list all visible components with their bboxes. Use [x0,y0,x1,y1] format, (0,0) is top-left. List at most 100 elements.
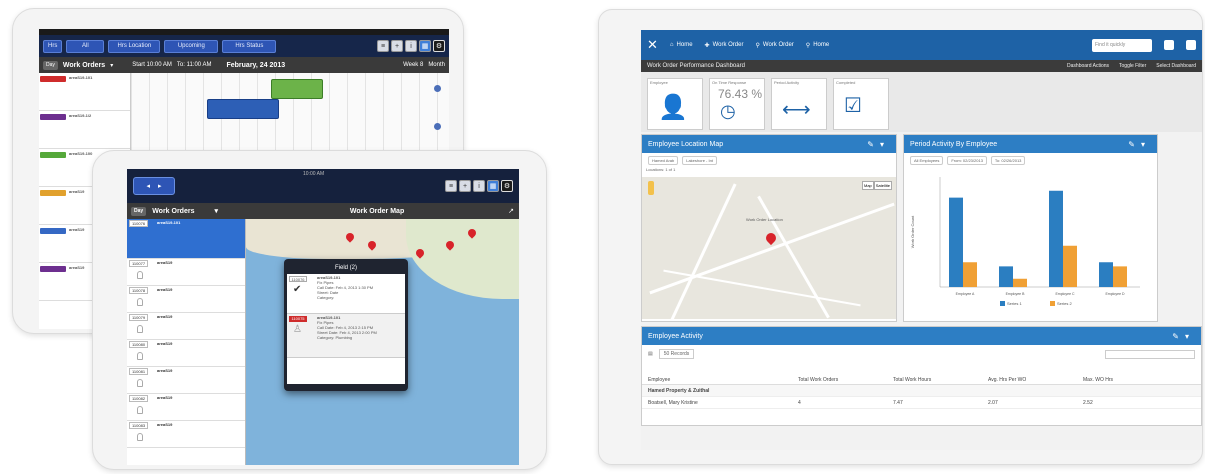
share-icon[interactable]: ↗ [508,207,519,215]
monitor-device: ✕ ⌂ Home ✚ Work Order ⚲ Work Order ⚲ Home Fi… [598,9,1203,465]
list-item[interactable]: 110081 areaS19 [127,367,245,394]
day-button[interactable]: Day [43,60,58,70]
employee-activity-panel: Employee Activity ✎▾ ▤ 50 Records Employe… [641,326,1202,426]
y-axis-label: Work Order Count [910,215,915,248]
person-icon [137,271,143,279]
list-item[interactable]: 110080 areaS19 [127,340,245,367]
nav-pill[interactable]: ◂ ▸ [133,177,175,195]
x-tick-label: Employee B [1006,292,1026,296]
dropdown-icon[interactable]: ▾ [214,207,218,215]
panel-tools-icon[interactable]: ✎▾ [867,140,890,149]
status-tag [40,76,66,82]
x-tick-label: Employee D [1105,292,1125,296]
settings-icon[interactable]: ⚙ [433,40,445,52]
person-icon [137,298,143,306]
calendar-event[interactable] [271,79,323,99]
time-to[interactable]: To: 11:00 AM [177,62,212,68]
list-item[interactable]: 110083 areaS19 [127,421,245,448]
filter-button-location[interactable]: Hrs Location [108,39,161,53]
order-badge: 110076 [289,276,307,282]
filter-button-all[interactable]: All [66,39,105,53]
list-icon[interactable]: ≡ [377,40,389,52]
clock: 10:00 AM [303,171,325,177]
list-item[interactable]: 110079 areaS19 [127,313,245,340]
panel-tools-icon[interactable]: ✎▾ [1128,140,1151,149]
street-view-icon[interactable] [648,181,654,195]
status-tag [40,266,66,272]
prev-icon[interactable]: ◂ [146,182,150,190]
month-button[interactable]: Month [428,62,445,68]
list-item[interactable]: areaS19-1/2 [39,111,130,149]
add-icon[interactable]: + [459,180,471,192]
popup-item[interactable]: 110075 ♙ areaS19-101 Fix Pipes Call Date… [287,314,405,358]
tile-on-time-response[interactable]: On Time Response 76.43 % ◷ [709,78,765,130]
map-pin-icon[interactable] [763,230,779,246]
search-button-icon[interactable] [1164,40,1174,50]
select-dashboard-button[interactable]: Select Dashboard [1156,63,1196,69]
x-tick-label: Employee A [956,292,975,296]
grid-icon[interactable]: ▤ [648,351,653,357]
list-item[interactable]: 110082 areaS19 [127,394,245,421]
search-icon: ⚲ [805,42,811,49]
employee-filter[interactable]: Hamed Arab [648,155,679,165]
col-max-hours[interactable]: Max. WO Hrs [1083,377,1163,383]
locations-count: Locations: 1 of 1 [646,167,676,172]
page-size-select[interactable]: 50 Records [658,349,695,359]
table-search-input[interactable] [1105,349,1195,359]
person-icon [137,379,143,387]
day-button[interactable]: Day [131,206,147,216]
tile-completed[interactable]: Completed ☑ [833,78,889,130]
dashboard-actions-button[interactable]: Dashboard Actions [1067,63,1109,69]
list-item[interactable]: areaS19-101 [39,73,130,111]
list-item[interactable]: 110078 areaS19 [127,286,245,313]
nav-home[interactable]: ⌂ Home [670,42,693,48]
table-row[interactable]: Boatsell, Mary Kristine 4 7.47 2.07 2.52 [642,397,1201,409]
add-icon: ✚ [704,42,710,49]
period-activity-chart: Work Order Count Employee A Employee B Empl… [910,177,1140,306]
info-icon[interactable]: i [405,40,417,52]
col-total-work-hours[interactable]: Total Work Hours [893,377,988,383]
location-filter[interactable]: Lakeshore - Int [682,155,717,165]
nav-find-work-order[interactable]: ⚲ Work Order [755,42,793,49]
col-employee[interactable]: Employee [648,377,798,383]
next-icon[interactable]: ▸ [158,182,162,190]
tile-period-activity[interactable]: Period Activity ⟷ [771,78,827,130]
dropdown-icon[interactable]: ▾ [110,62,113,69]
field-popup: Field (2) 110076 ✔ areaS19-101 Fix Pipes… [284,259,408,391]
list-icon[interactable]: ≡ [445,180,457,192]
col-total-work-orders[interactable]: Total Work Orders [798,377,893,383]
calendar-icon[interactable]: ▦ [419,40,431,52]
employee-map[interactable]: Map Satellite Work Order Location [642,177,896,319]
calendar-event[interactable] [207,99,279,119]
satellite-type-button[interactable]: Satellite [873,181,892,190]
pin-label: Work Order Location [746,217,783,222]
search-input[interactable]: Find it quickly [1092,38,1152,52]
list-item[interactable]: 110076 areaS19-101 [127,219,245,259]
status-dot-icon [434,123,441,130]
tile-employee[interactable]: Employee 👤 [647,78,703,130]
date-from-filter[interactable]: From: 02/23/2013 [947,155,987,165]
chart-bar [963,262,977,287]
settings-icon[interactable]: ⚙ [501,180,513,192]
nav-work-order[interactable]: ✚ Work Order [705,42,744,49]
calendar-icon[interactable]: ▦ [487,180,499,192]
info-icon[interactable]: i [473,180,485,192]
employee-filter[interactable]: All Employees [910,155,944,165]
filter-button-upcoming[interactable]: Upcoming [164,39,219,53]
nav-find-home[interactable]: ⚲ Home [806,42,829,49]
date-to-filter[interactable]: To: 02/26/2013 [990,155,1026,165]
time-from[interactable]: Start 10:00 AM [132,62,172,68]
list-item[interactable]: 110077 areaS19 [127,259,245,286]
map-type-button[interactable]: Map [861,181,874,190]
menu-icon[interactable] [1186,40,1196,50]
panel-tools-icon[interactable]: ✎▾ [1172,332,1195,341]
toggle-filter-button[interactable]: Toggle Filter [1119,63,1146,69]
work-order-map[interactable]: Field (2) 110076 ✔ areaS19-101 Fix Pipes… [246,219,519,465]
popup-item[interactable]: 110076 ✔ areaS19-101 Fix Pipes Call Date… [287,274,405,314]
filter-button-status[interactable]: Hrs Status [222,39,277,53]
week-button[interactable]: Week 8 [403,62,423,68]
add-icon[interactable]: + [391,40,403,52]
col-avg-hours[interactable]: Avg. Hrs Per WO [988,377,1083,383]
tools-logo-icon[interactable]: ✕ [647,37,658,53]
filter-button-hrs[interactable]: Hrs [43,39,63,53]
